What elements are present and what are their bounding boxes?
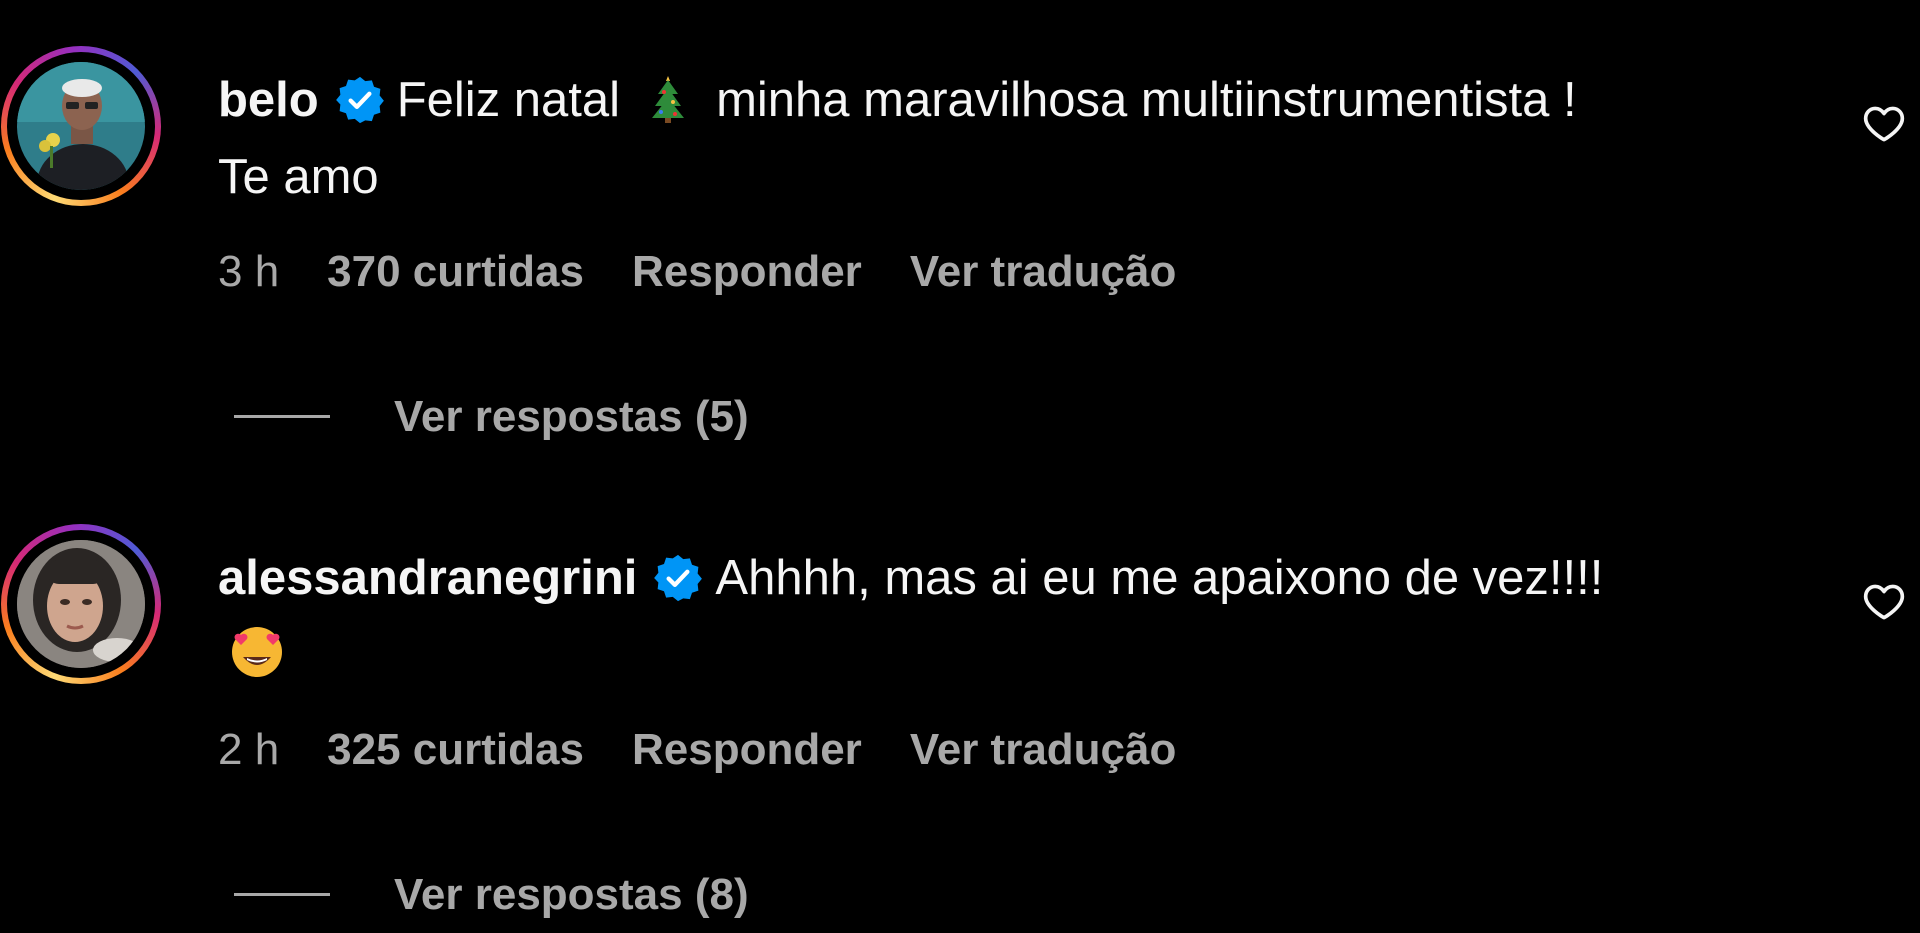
translate-button[interactable]: Ver tradução: [910, 247, 1177, 296]
like-heart-icon[interactable]: [1862, 580, 1906, 624]
avatar[interactable]: [1, 524, 161, 684]
comment-body-line2: Te amo: [218, 150, 379, 204]
comment-body: Feliz natal: [396, 73, 621, 127]
reply-line-divider: [234, 415, 330, 418]
reply-button[interactable]: Responder: [632, 247, 862, 296]
view-replies-button[interactable]: Ver respostas (5): [234, 392, 749, 442]
comment-time[interactable]: 2 h: [218, 725, 279, 774]
heart-eyes-emoji-icon: [232, 627, 282, 677]
verified-badge-icon: [654, 554, 703, 602]
comment-text: belo Feliz natal minha maravilhosa multiin…: [218, 62, 1778, 216]
like-heart-icon[interactable]: [1862, 102, 1906, 146]
christmas-tree-emoji-icon: [652, 76, 685, 123]
avatar[interactable]: [1, 46, 161, 206]
comment-text: alessandranegrini Ahhhh, mas ai eu me apa…: [218, 540, 1778, 694]
view-replies-label: Ver respostas (8): [394, 870, 749, 919]
reply-button[interactable]: Responder: [632, 725, 862, 774]
view-replies-label: Ver respostas (5): [394, 392, 749, 441]
reply-line-divider: [234, 893, 330, 896]
translate-button[interactable]: Ver tradução: [910, 725, 1177, 774]
comment-body-continued: minha maravilhosa multiinstrumentista !: [716, 73, 1577, 127]
comment-time[interactable]: 3 h: [218, 247, 279, 296]
view-replies-button[interactable]: Ver respostas (8): [234, 870, 749, 920]
comment-meta: 2 h 325 curtidas Responder Ver tradução: [218, 725, 1224, 775]
likes-count[interactable]: 325 curtidas: [327, 725, 584, 774]
likes-count[interactable]: 370 curtidas: [327, 247, 584, 296]
verified-badge-icon: [335, 76, 384, 124]
comment-meta: 3 h 370 curtidas Responder Ver tradução: [218, 247, 1224, 297]
comment-username[interactable]: belo: [218, 73, 319, 127]
comment-username[interactable]: alessandranegrini: [218, 551, 637, 605]
comment-body: Ahhhh, mas ai eu me apaixono de vez!!!!: [715, 551, 1604, 605]
